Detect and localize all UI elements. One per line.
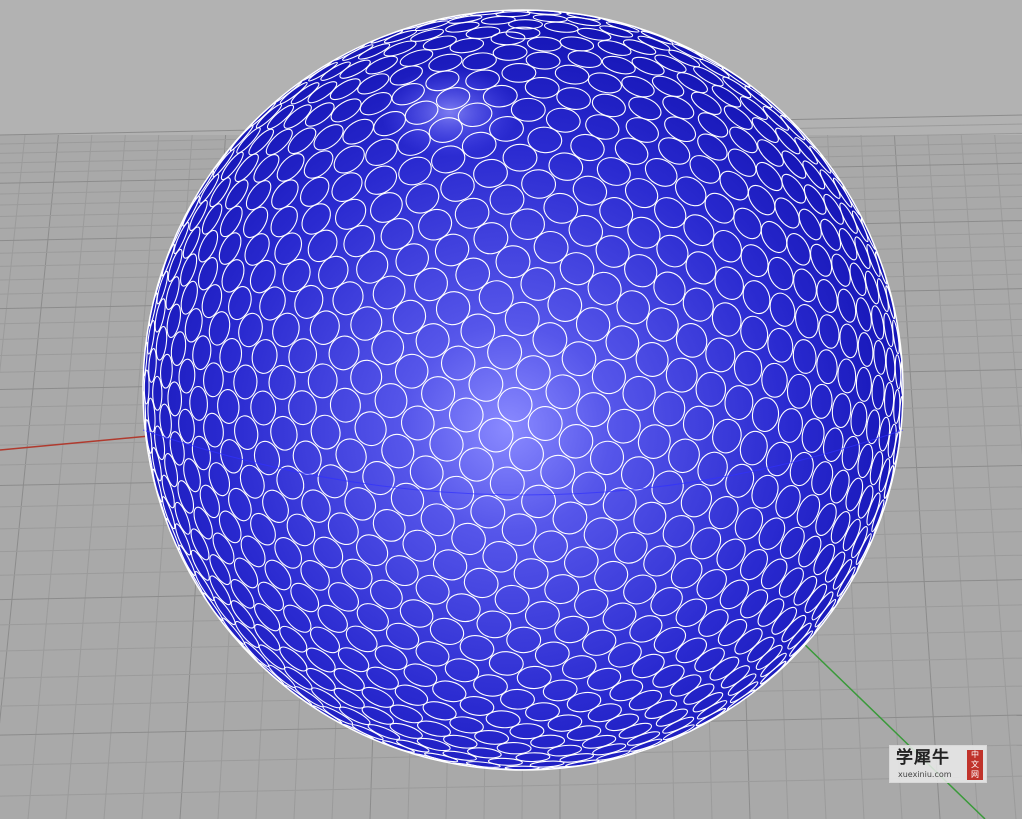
watermark-url: xuexiniu.com bbox=[898, 770, 952, 779]
viewport-scene[interactable] bbox=[0, 0, 1022, 819]
watermark-badge-char: 网 bbox=[971, 770, 979, 779]
watermark-badge-char: 中 bbox=[971, 750, 979, 759]
watermark-logo: 学犀牛 xuexiniu.com 中 文 网 bbox=[889, 745, 987, 783]
watermark-title: 学犀牛 bbox=[896, 748, 950, 768]
sphere-object[interactable] bbox=[142, 9, 904, 771]
perspective-viewport[interactable]: 学犀牛 xuexiniu.com 中 文 网 bbox=[0, 0, 1022, 819]
watermark-badge: 中 文 网 bbox=[967, 750, 983, 780]
watermark-badge-char: 文 bbox=[971, 760, 979, 769]
